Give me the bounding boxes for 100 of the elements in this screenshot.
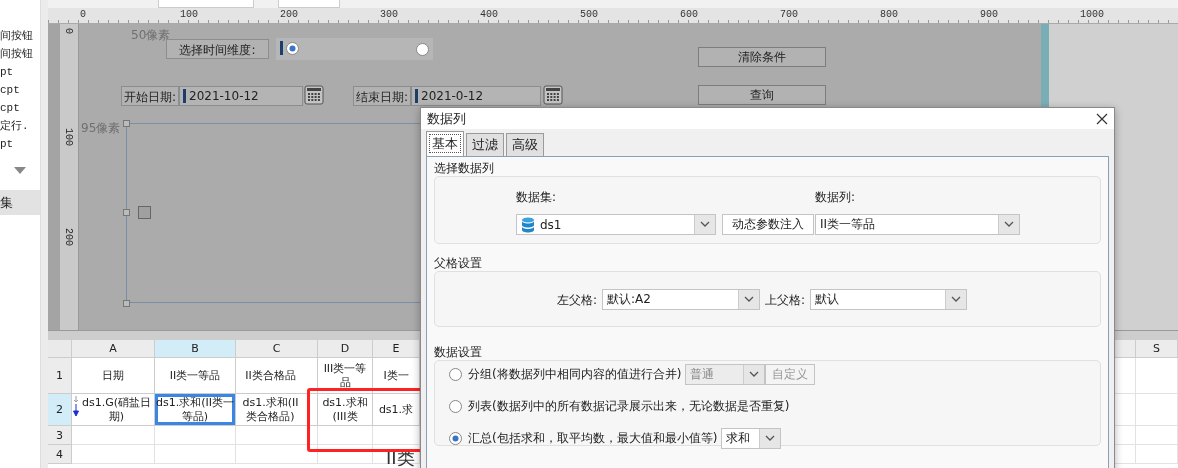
section-title: 选择数据列 — [434, 161, 495, 176]
empty-cell[interactable] — [236, 426, 318, 445]
column-header[interactable]: E — [373, 340, 420, 358]
text-cursor — [280, 40, 283, 55]
table-cell[interactable]: ds1.求和(II类合格品) — [236, 394, 318, 426]
field-label: 数据列: — [815, 189, 857, 205]
ruler-number: 700 — [780, 9, 798, 20]
sidebar-item[interactable]: cpt — [0, 81, 40, 99]
ruler-number: 1000 — [1080, 9, 1104, 20]
option-dropdown[interactable]: 求和 — [721, 427, 782, 449]
radio-label[interactable]: 分组(将数据列中相同内容的值进行合并) — [468, 365, 682, 383]
date-field[interactable]: 2021-10-12 — [179, 86, 303, 106]
empty-cell[interactable] — [236, 445, 318, 464]
sidebar-item[interactable]: 定行. — [0, 117, 40, 135]
radio-label[interactable]: 列表(数据列中的所有数据记录展示出来，无论数据是否重复) — [468, 397, 790, 415]
ruler-number: 200 — [63, 228, 74, 246]
inject-parameters-button[interactable]: 动态参数注入 — [722, 214, 814, 235]
sidebar-tab[interactable]: 集 — [0, 190, 40, 215]
top-parent-dropdown[interactable]: 默认 — [810, 289, 968, 310]
empty-cell[interactable] — [155, 445, 236, 464]
table-cell[interactable]: ds1.G(硝盐日期) — [72, 394, 155, 426]
caret-icon — [945, 290, 967, 309]
row-header[interactable]: 3 — [48, 426, 72, 445]
checkbox[interactable] — [138, 206, 151, 219]
column-header[interactable]: D — [318, 340, 373, 358]
sidebar-item[interactable]: pt — [0, 135, 40, 153]
column-header[interactable]: A — [72, 340, 155, 358]
form-label: 结束日期: — [353, 86, 411, 106]
calendar-icon[interactable] — [543, 85, 563, 105]
ruler-number: 600 — [680, 9, 698, 20]
select-all-corner[interactable] — [48, 340, 72, 358]
dialog-tab[interactable]: 过滤 — [466, 133, 504, 156]
sidebar-item[interactable]: cpt — [0, 99, 40, 117]
form-label: 开始日期: — [121, 86, 179, 106]
resize-handle[interactable] — [123, 120, 130, 127]
left-parent-dropdown[interactable]: 默认:A2 — [602, 289, 761, 310]
radio-label[interactable]: 汇总(包括求和，取平均数，最大值和最小值等) — [468, 429, 718, 447]
radio-button[interactable] — [449, 431, 462, 445]
caret-icon — [738, 290, 760, 309]
form-button[interactable]: 清除条件 — [698, 47, 826, 67]
empty-cell[interactable] — [318, 426, 373, 445]
column-header[interactable]: B — [155, 340, 236, 358]
dropdown-arrow-icon[interactable] — [14, 167, 26, 174]
pixel-marker: 95像素 — [81, 120, 121, 137]
table-cell[interactable]: II类一等品 — [155, 358, 236, 394]
section-title: 数据设置 — [434, 345, 483, 360]
resize-handle[interactable] — [123, 209, 130, 216]
form-button[interactable]: 查询 — [698, 85, 826, 105]
radio-button[interactable] — [449, 367, 462, 381]
section-title: 父格设置 — [434, 256, 483, 271]
form-label: 选择时间维度: — [166, 39, 269, 59]
radio-button[interactable] — [416, 42, 429, 56]
ruler-number: 0 — [80, 9, 86, 20]
sidebar-item[interactable]: 间按钮 — [0, 45, 40, 63]
ruler-number: 900 — [980, 9, 998, 20]
row-header[interactable]: 1 — [48, 358, 72, 394]
dialog-title: 数据列 — [427, 109, 466, 128]
table-cell[interactable]: 日期 — [72, 358, 155, 394]
ruler-number: 400 — [480, 9, 498, 20]
radio-button[interactable] — [286, 41, 299, 55]
empty-cell[interactable] — [318, 445, 373, 464]
sidebar-item[interactable]: pt — [0, 63, 40, 81]
calendar-icon[interactable] — [304, 85, 324, 105]
radio-button[interactable] — [449, 399, 462, 413]
caret-icon — [743, 364, 765, 384]
down-arrow-icon — [73, 396, 79, 418]
empty-cell[interactable] — [1136, 394, 1178, 426]
empty-cell[interactable] — [1136, 426, 1178, 445]
row-header[interactable]: 4 — [48, 445, 72, 464]
ruler-number: 100 — [180, 9, 198, 20]
ruler-number: 100 — [63, 128, 74, 146]
field-label: 数据集: — [516, 189, 558, 205]
table-cell[interactable]: ds1.求和(III类 — [318, 394, 373, 426]
empty-cell[interactable] — [155, 426, 236, 445]
caret-icon — [694, 215, 715, 234]
table-cell[interactable]: III类一等品 — [318, 358, 373, 394]
database-icon — [521, 216, 535, 233]
font-size-field[interactable] — [278, 0, 340, 8]
close-icon[interactable] — [1096, 112, 1108, 125]
column-header[interactable]: S — [1136, 340, 1178, 358]
ruler-number: 0 — [63, 28, 74, 34]
dialog-tab[interactable]: 高级 — [506, 133, 544, 156]
column-dropdown[interactable]: II类一等品 — [815, 214, 1020, 235]
row-header[interactable]: 2 — [48, 394, 72, 426]
caret-icon — [998, 215, 1019, 234]
field-label: 上父格: — [765, 291, 806, 308]
ruler-number: 500 — [580, 9, 598, 20]
font-field[interactable] — [158, 0, 254, 8]
empty-cell[interactable] — [1136, 445, 1178, 464]
resize-handle[interactable] — [123, 300, 130, 307]
table-cell[interactable]: II类合格品 — [236, 358, 318, 394]
column-header[interactable]: C — [236, 340, 318, 358]
empty-cell[interactable] — [1136, 358, 1178, 394]
ruler-number: 200 — [280, 9, 298, 20]
date-field[interactable]: 2021-0-12 — [411, 86, 541, 106]
dialog-tab[interactable]: 基本 — [426, 131, 464, 156]
ruler-number: 800 — [880, 9, 898, 20]
field-label: 左父格: — [557, 291, 598, 308]
sidebar-item[interactable]: 间按钮 — [0, 27, 40, 45]
dataset-dropdown[interactable]: ds1 — [516, 214, 716, 235]
